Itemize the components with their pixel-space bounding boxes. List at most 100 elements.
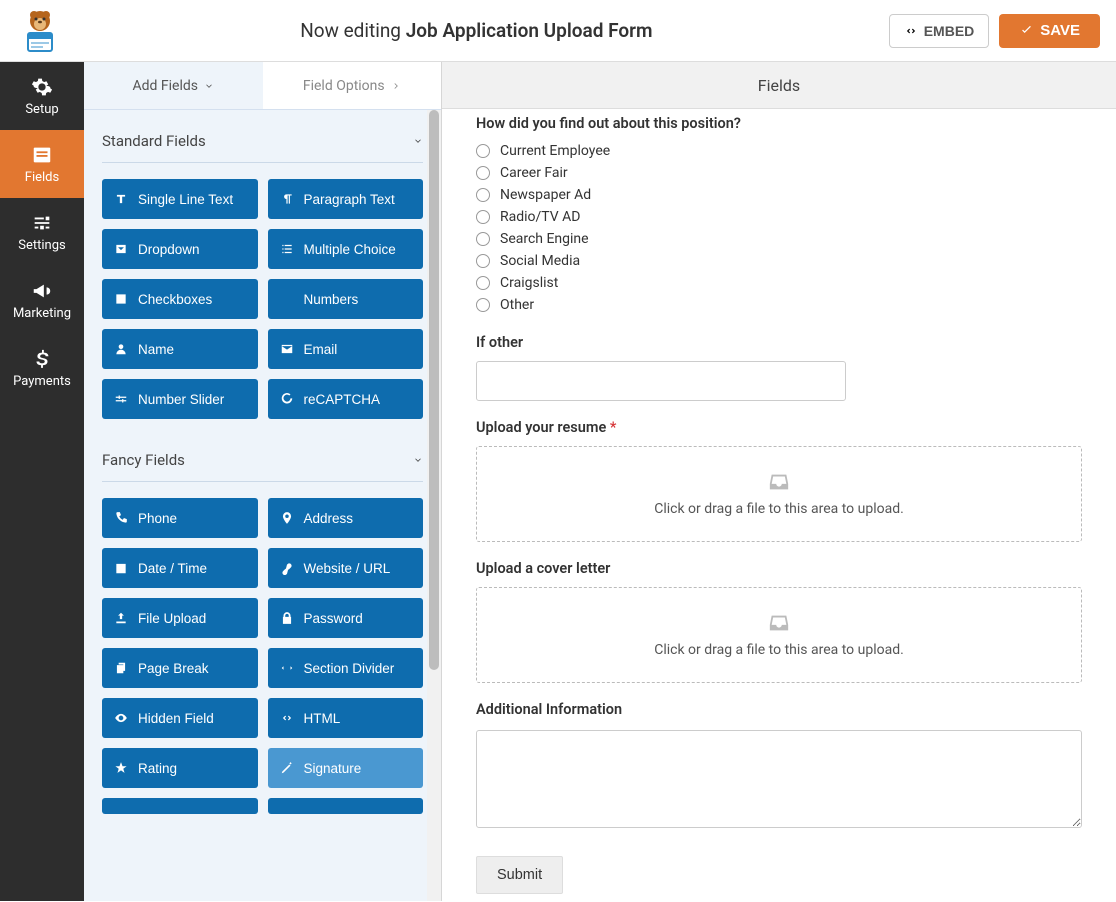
field-file-upload[interactable]: File Upload: [102, 598, 258, 638]
link-icon: [280, 561, 294, 575]
field-checkboxes[interactable]: Checkboxes: [102, 279, 258, 319]
page-title: Now editing Job Application Upload Form: [64, 19, 889, 42]
chevron-down-icon: [413, 136, 423, 146]
form-icon: [31, 144, 53, 166]
section-head[interactable]: Standard Fields: [102, 110, 423, 163]
star-icon: [114, 761, 128, 775]
field-email[interactable]: Email: [268, 329, 424, 369]
code-icon: [904, 24, 918, 38]
radio-icon: [476, 298, 490, 312]
field-number-slider[interactable]: Number Slider: [102, 379, 258, 419]
inbox-icon: [766, 471, 792, 493]
g-icon: [280, 392, 294, 406]
lock-icon: [280, 611, 294, 625]
field-page-break[interactable]: Page Break: [102, 648, 258, 688]
form-preview: Fields How did you find out about this p…: [442, 62, 1116, 901]
check-icon: [114, 292, 128, 306]
dollar-icon: [31, 348, 53, 370]
arrows-icon: [280, 661, 294, 675]
cover-upload[interactable]: Click or drag a file to this area to upl…: [476, 587, 1082, 683]
upload-hint: Click or drag a file to this area to upl…: [654, 642, 904, 658]
preview-header: Fields: [442, 62, 1116, 109]
list-icon: [280, 242, 294, 256]
field-placeholder: [268, 798, 424, 814]
radio-option[interactable]: Radio/TV AD: [476, 206, 1082, 228]
sidenav-item-payments[interactable]: Payments: [0, 334, 84, 402]
eyeoff-icon: [114, 711, 128, 725]
code-icon: [280, 711, 294, 725]
field-dropdown[interactable]: Dropdown: [102, 229, 258, 269]
radio-option[interactable]: Social Media: [476, 250, 1082, 272]
field-numbers[interactable]: Numbers: [268, 279, 424, 319]
radio-icon: [476, 144, 490, 158]
side-nav: SetupFieldsSettingsMarketingPayments: [0, 62, 84, 901]
field-phone[interactable]: Phone: [102, 498, 258, 538]
sidenav-item-settings[interactable]: Settings: [0, 198, 84, 266]
radio-icon: [476, 276, 490, 290]
fields-panel: Add Fields Field Options Standard Fields…: [84, 62, 442, 901]
top-bar: Now editing Job Application Upload Form …: [0, 0, 1116, 62]
sidenav-item-fields[interactable]: Fields: [0, 130, 84, 198]
app-logo: [16, 7, 64, 55]
tab-field-options[interactable]: Field Options: [263, 62, 442, 109]
field-address[interactable]: Address: [268, 498, 424, 538]
hash-icon: [280, 292, 294, 306]
field-recaptcha[interactable]: reCAPTCHA: [268, 379, 424, 419]
upload-icon: [114, 611, 128, 625]
chevron-right-icon: [391, 81, 401, 91]
field-html[interactable]: HTML: [268, 698, 424, 738]
resume-upload[interactable]: Click or drag a file to this area to upl…: [476, 446, 1082, 542]
section-head[interactable]: Fancy Fields: [102, 429, 423, 482]
field-rating[interactable]: Rating: [102, 748, 258, 788]
caret-icon: [114, 242, 128, 256]
field-date-time[interactable]: Date / Time: [102, 548, 258, 588]
if-other-label: If other: [476, 334, 1082, 351]
tab-add-fields[interactable]: Add Fields: [84, 62, 263, 109]
field-single-line-text[interactable]: Single Line Text: [102, 179, 258, 219]
field-hidden-field[interactable]: Hidden Field: [102, 698, 258, 738]
phone-icon: [114, 511, 128, 525]
mail-icon: [280, 342, 294, 356]
resume-label: Upload your resume *: [476, 419, 1082, 436]
radio-icon: [476, 254, 490, 268]
radio-option[interactable]: Current Employee: [476, 140, 1082, 162]
additional-label: Additional Information: [476, 701, 1082, 718]
radio-option[interactable]: Other: [476, 294, 1082, 316]
field-multiple-choice[interactable]: Multiple Choice: [268, 229, 424, 269]
field-password[interactable]: Password: [268, 598, 424, 638]
radio-icon: [476, 232, 490, 246]
radio-icon: [476, 166, 490, 180]
cover-label: Upload a cover letter: [476, 560, 1082, 577]
if-other-input[interactable]: [476, 361, 846, 401]
text-icon: [114, 192, 128, 206]
radio-option[interactable]: Craigslist: [476, 272, 1082, 294]
field-name[interactable]: Name: [102, 329, 258, 369]
inbox-icon: [766, 612, 792, 634]
sliders-icon: [31, 212, 53, 234]
panel-scrollbar[interactable]: [427, 110, 441, 901]
field-paragraph-text[interactable]: Paragraph Text: [268, 179, 424, 219]
sidenav-item-setup[interactable]: Setup: [0, 62, 84, 130]
save-button[interactable]: SAVE: [999, 14, 1100, 48]
embed-button[interactable]: EMBED: [889, 14, 990, 48]
field-section-divider[interactable]: Section Divider: [268, 648, 424, 688]
submit-button[interactable]: Submit: [476, 856, 563, 894]
radio-option[interactable]: Search Engine: [476, 228, 1082, 250]
copy-icon: [114, 661, 128, 675]
pin-icon: [280, 511, 294, 525]
sidenav-item-marketing[interactable]: Marketing: [0, 266, 84, 334]
chevron-down-icon: [204, 81, 214, 91]
field-signature[interactable]: Signature: [268, 748, 424, 788]
field-website-url[interactable]: Website / URL: [268, 548, 424, 588]
pen-icon: [280, 761, 294, 775]
para-icon: [280, 192, 294, 206]
upload-hint: Click or drag a file to this area to upl…: [654, 501, 904, 517]
radio-icon: [476, 188, 490, 202]
gear-icon: [31, 76, 53, 98]
bullhorn-icon: [31, 280, 53, 302]
radio-option[interactable]: Newspaper Ad: [476, 184, 1082, 206]
user-icon: [114, 342, 128, 356]
radio-option[interactable]: Career Fair: [476, 162, 1082, 184]
additional-textarea[interactable]: [476, 730, 1082, 828]
field-placeholder: [102, 798, 258, 814]
